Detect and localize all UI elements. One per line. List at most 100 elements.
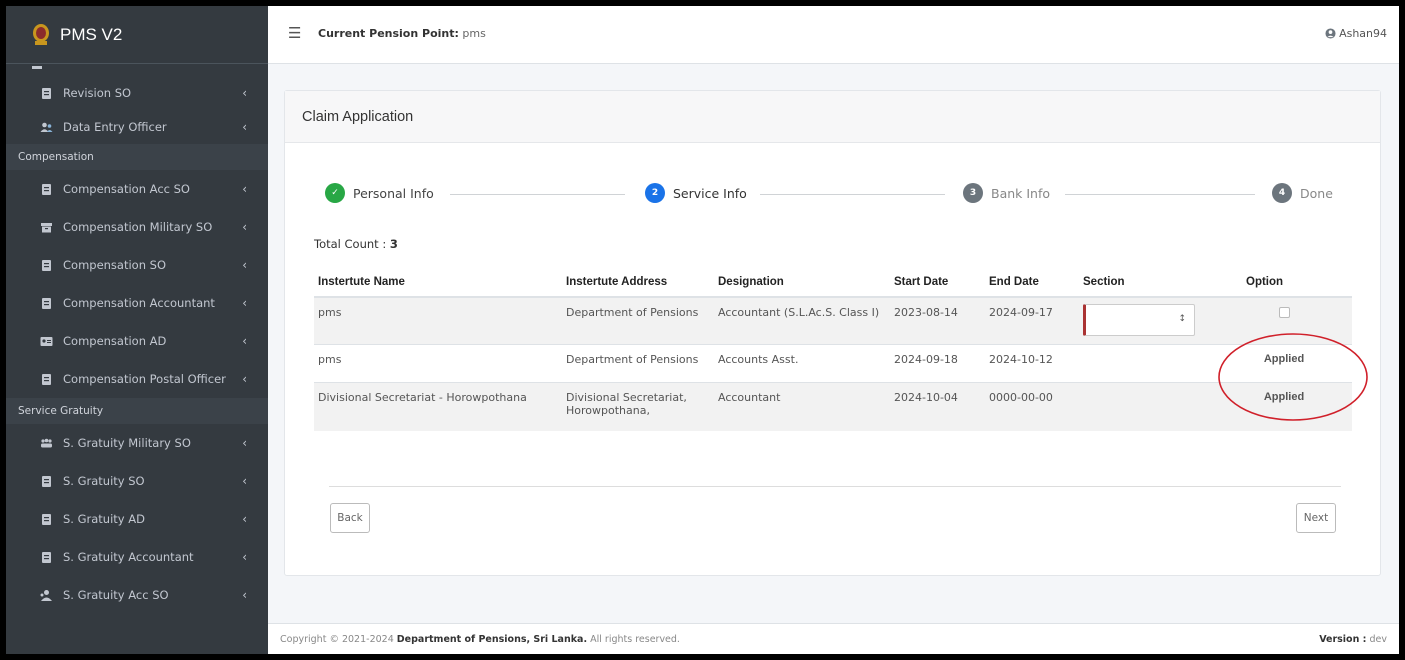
scroll-indicator	[6, 64, 268, 76]
file-icon	[42, 552, 51, 563]
col-start-date: Start Date	[890, 267, 985, 298]
step-personal-info[interactable]: ✓ Personal Info	[325, 183, 434, 203]
file-icon	[42, 298, 51, 309]
step-number-badge: 3	[963, 183, 983, 203]
check-circle-icon: ✓	[325, 183, 345, 203]
page-title: Claim Application	[302, 108, 414, 125]
emblem-logo-icon	[33, 23, 49, 45]
user-circle-icon	[1325, 28, 1336, 39]
cell-section	[1079, 382, 1216, 431]
divider	[329, 486, 1341, 487]
col-option: Option	[1216, 267, 1352, 298]
cell-end-date: 2024-09-17	[985, 296, 1079, 345]
chevron-left-icon: ‹	[242, 512, 247, 526]
brand-title: PMS V2	[60, 24, 123, 44]
id-card-icon	[40, 337, 53, 346]
col-institute-address: Instertute Address	[562, 267, 714, 298]
cell-institute-name: pms	[314, 344, 562, 383]
next-button[interactable]: Next	[1296, 503, 1336, 533]
section-select[interactable]: ↕	[1083, 304, 1195, 336]
cell-designation: Accountant	[714, 382, 890, 431]
chevron-left-icon: ‹	[242, 182, 247, 196]
brand[interactable]: PMS V2	[6, 6, 268, 64]
sidebar: PMS V2 Revision SO ‹ Data Entry Officer ‹ C…	[6, 6, 268, 654]
claim-application-card: Claim Application ✓ Personal Info 2 Service…	[284, 90, 1381, 576]
step-done[interactable]: 4 Done	[1272, 183, 1333, 203]
sidebar-item-compensation-acc-so[interactable]: Compensation Acc SO ‹	[6, 170, 268, 208]
cell-start-date: 2023-08-14	[890, 296, 985, 345]
sidebar-item-s-gratuity-ad[interactable]: S. Gratuity AD ‹	[6, 500, 268, 538]
chevron-left-icon: ‹	[242, 220, 247, 234]
file-icon	[42, 514, 51, 525]
sidebar-item-s-gratuity-military-so[interactable]: S. Gratuity Military SO ‹	[6, 424, 268, 462]
file-icon	[42, 184, 51, 195]
sidebar-item-label: Data Entry Officer	[63, 120, 167, 134]
file-icon	[42, 374, 51, 385]
select-checkbox[interactable]	[1278, 307, 1290, 318]
file-icon	[42, 88, 51, 99]
sidebar-item-label: Revision SO	[63, 86, 132, 100]
step-label: Bank Info	[991, 185, 1051, 201]
wizard-stepper: ✓ Personal Info 2 Service Info 3 Bank Info 4 Do…	[325, 183, 1355, 207]
step-bank-info[interactable]: 3 Bank Info	[963, 183, 1050, 203]
hamburger-menu-icon[interactable]: ☰	[288, 24, 301, 42]
sidebar-item-compensation-military-so[interactable]: Compensation Military SO ‹	[6, 208, 268, 246]
cell-designation: Accounts Asst.	[714, 344, 890, 383]
stepper-connector	[760, 194, 945, 195]
file-icon	[42, 476, 51, 487]
sidebar-item-s-gratuity-so[interactable]: S. Gratuity SO ‹	[6, 462, 268, 500]
stepper-connector	[1065, 194, 1255, 195]
col-end-date: End Date	[985, 267, 1079, 298]
sidebar-item-label: Compensation Postal Officer	[63, 372, 226, 386]
chevron-left-icon: ‹	[242, 550, 247, 564]
cell-start-date: 2024-10-04	[890, 382, 985, 431]
chevron-left-icon: ‹	[242, 296, 247, 310]
back-button[interactable]: Back	[330, 503, 370, 533]
sidebar-item-compensation-so[interactable]: Compensation SO ‹	[6, 246, 268, 284]
cell-institute-address: Department of Pensions	[562, 296, 714, 345]
sidebar-item-label: S. Gratuity AD	[63, 512, 145, 526]
pension-point-value: pms	[462, 27, 486, 40]
sidebar-item-compensation-accountant[interactable]: Compensation Accountant ‹	[6, 284, 268, 322]
copyright-prefix: Copyright © 2021-2024	[280, 634, 394, 645]
cell-end-date: 0000-00-00	[985, 382, 1079, 431]
chevron-left-icon: ‹	[242, 372, 247, 386]
table-row: Divisional Secretariat - Horowpothana Di…	[314, 382, 1352, 431]
copyright-org[interactable]: Department of Pensions, Sri Lanka.	[397, 634, 587, 645]
file-icon	[42, 260, 51, 271]
sidebar-item-s-gratuity-accountant[interactable]: S. Gratuity Accountant ‹	[6, 538, 268, 576]
sidebar-item-label: Compensation AD	[63, 334, 167, 348]
chevron-left-icon: ‹	[242, 474, 247, 488]
card-header: Claim Application	[285, 91, 1380, 143]
cell-section	[1079, 344, 1216, 383]
sidebar-item-label: S. Gratuity Acc SO	[63, 588, 169, 602]
chevron-left-icon: ‹	[242, 436, 247, 450]
sidebar-item-label: S. Gratuity SO	[63, 474, 145, 488]
col-designation: Designation	[714, 267, 890, 298]
cell-option	[1216, 296, 1352, 345]
chevron-left-icon: ‹	[242, 588, 247, 602]
cell-section: ↕	[1079, 296, 1216, 345]
chevron-left-icon: ‹	[242, 334, 247, 348]
status-applied: Applied	[1216, 382, 1352, 431]
chevron-left-icon: ‹	[242, 258, 247, 272]
user-menu[interactable]: Ashan94	[1325, 27, 1387, 40]
col-institute-name: Instertute Name	[314, 267, 562, 298]
sidebar-item-compensation-ad[interactable]: Compensation AD ‹	[6, 322, 268, 360]
sidebar-item-label: Compensation SO	[63, 258, 167, 272]
select-arrows-icon: ↕	[1178, 314, 1186, 324]
pension-point-label: Current Pension Point:	[318, 27, 459, 40]
current-pension-point: Current Pension Point: pms	[318, 27, 486, 40]
sidebar-item-revision-so[interactable]: Revision SO ‹	[6, 76, 268, 110]
sidebar-item-data-entry-officer[interactable]: Data Entry Officer ‹	[6, 110, 268, 144]
users-icon	[40, 122, 53, 132]
step-service-info[interactable]: 2 Service Info	[645, 183, 747, 203]
sidebar-item-label: Compensation Military SO	[63, 220, 213, 234]
sidebar-item-compensation-postal-officer[interactable]: Compensation Postal Officer ‹	[6, 360, 268, 398]
archive-icon	[41, 223, 52, 233]
sidebar-item-label: Compensation Acc SO	[63, 182, 190, 196]
cell-institute-name: pms	[314, 296, 562, 345]
status-applied: Applied	[1216, 344, 1352, 383]
sidebar-item-s-gratuity-acc-so[interactable]: S. Gratuity Acc SO ‹	[6, 576, 268, 614]
nav-header-compensation: Compensation	[6, 144, 268, 170]
